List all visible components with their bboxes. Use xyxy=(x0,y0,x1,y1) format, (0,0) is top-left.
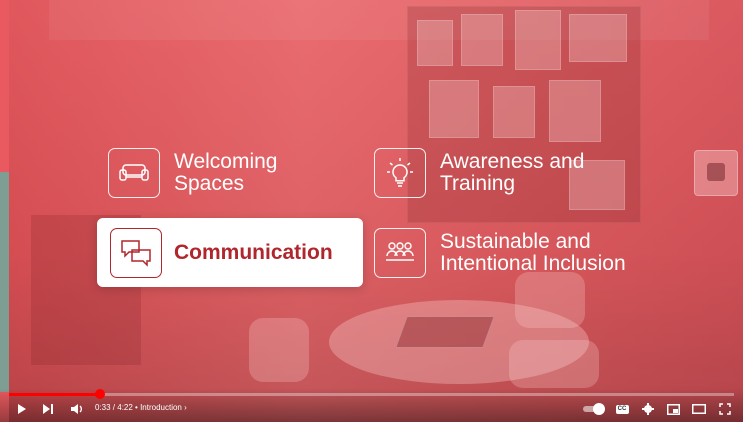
poster xyxy=(515,10,561,70)
lightbulb-icon xyxy=(374,148,426,198)
gear-icon xyxy=(642,403,654,415)
volume-icon xyxy=(71,404,82,414)
volume-button[interactable] xyxy=(69,400,85,418)
thermostat xyxy=(694,150,738,196)
fullscreen-icon xyxy=(719,403,731,415)
video-frame[interactable] xyxy=(9,0,743,422)
miniplayer-button[interactable] xyxy=(665,400,681,418)
autoplay-toggle[interactable] xyxy=(581,400,605,418)
play-icon xyxy=(18,404,26,414)
topic-label: Communication xyxy=(174,240,333,264)
progress-bar[interactable] xyxy=(9,389,734,399)
poster xyxy=(549,80,601,142)
topic-label: Welcoming Spaces xyxy=(174,150,278,195)
time-display: 0:33 / 4:22 • Introduction › xyxy=(95,403,187,413)
chapter-bullet: • xyxy=(132,403,141,412)
skip-next-icon xyxy=(43,404,53,414)
fullscreen-button[interactable] xyxy=(717,400,733,418)
poster xyxy=(461,14,503,66)
topic-sustainable-inclusion: Sustainable and Intentional Inclusion xyxy=(374,228,626,278)
miniplayer-icon xyxy=(666,403,680,415)
captions-button[interactable]: CC xyxy=(614,400,630,418)
settings-button[interactable] xyxy=(640,400,656,418)
people-group-icon xyxy=(374,228,426,278)
poster xyxy=(417,20,453,66)
topic-label: Awareness and Training xyxy=(440,150,585,195)
progress-played xyxy=(9,393,101,396)
poster xyxy=(493,86,535,138)
topic-label: Sustainable and Intentional Inclusion xyxy=(440,230,626,275)
sofa-icon xyxy=(108,148,160,198)
duration: 4:22 xyxy=(117,403,133,412)
topic-communication-highlighted: Communication xyxy=(97,218,363,287)
board-game xyxy=(395,316,495,348)
theater-mode-icon xyxy=(692,404,706,414)
chapter-title[interactable]: Introduction xyxy=(140,403,182,412)
speech-bubbles-icon xyxy=(110,227,162,278)
chapter-chevron-icon[interactable]: › xyxy=(184,403,187,412)
next-button[interactable] xyxy=(40,400,56,418)
play-button[interactable] xyxy=(14,400,30,418)
left-edge-strip xyxy=(0,172,9,392)
video-player[interactable]: Welcoming Spaces Awareness and Training xyxy=(0,0,743,422)
current-time: 0:33 xyxy=(95,403,111,412)
poster xyxy=(569,14,627,62)
topic-welcoming-spaces: Welcoming Spaces xyxy=(108,148,277,198)
poster xyxy=(429,80,479,138)
autoplay-toggle-icon xyxy=(583,403,605,415)
captions-icon: CC xyxy=(615,404,629,414)
topic-awareness-training: Awareness and Training xyxy=(374,148,584,198)
theater-mode-button[interactable] xyxy=(691,400,707,418)
chair xyxy=(249,318,309,382)
